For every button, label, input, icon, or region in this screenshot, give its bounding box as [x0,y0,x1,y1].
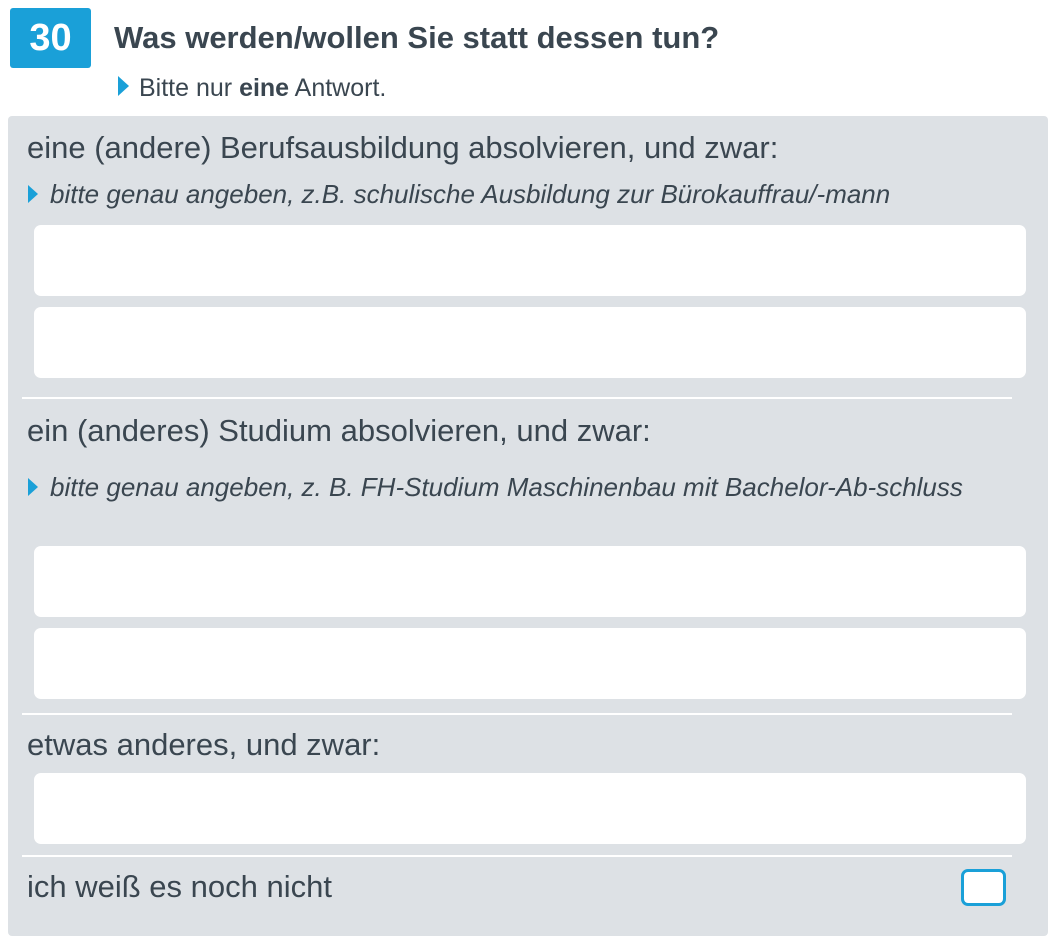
triangle-right-icon [28,185,38,204]
question-number-badge: 30 [10,8,91,68]
option-ausbildung-label: eine (andere) Berufsausbildung absolvier… [27,130,779,165]
option-weiss-nicht-label: ich weiß es noch nicht [27,869,332,904]
question-title: Was werden/wollen Sie statt dessen tun? [114,20,720,55]
section-divider [22,397,1012,399]
weiss-nicht-checkbox[interactable] [961,869,1006,906]
answer-hint-prefix: Bitte nur [139,74,240,102]
ausbildung-input-1[interactable] [34,225,1026,296]
triangle-right-icon [28,478,38,497]
studium-input-2[interactable] [34,628,1026,699]
triangle-right-icon [118,76,129,97]
ausbildung-input-2[interactable] [34,307,1026,378]
anderes-input[interactable] [34,773,1026,844]
answer-hint-suffix: Antwort. [289,74,387,102]
option-studium-instruction: bitte genau angeben, z. B. FH-Studium Ma… [28,471,1018,503]
answer-hint-bold: eine [239,74,290,102]
option-ausbildung-instruction-text: bitte genau angeben, z.B. schulische Aus… [50,179,891,209]
answer-hint: Bitte nur eine Antwort. [118,74,386,103]
section-divider [22,855,1012,857]
option-studium-instruction-text: bitte genau angeben, z. B. FH-Studium Ma… [50,472,963,502]
studium-input-1[interactable] [34,546,1026,617]
option-anderes-label: etwas anderes, und zwar: [27,727,381,762]
section-divider [22,713,1012,715]
option-ausbildung-instruction: bitte genau angeben, z.B. schulische Aus… [28,178,1038,210]
option-studium-label: ein (anderes) Studium absolvieren, und z… [27,413,651,448]
